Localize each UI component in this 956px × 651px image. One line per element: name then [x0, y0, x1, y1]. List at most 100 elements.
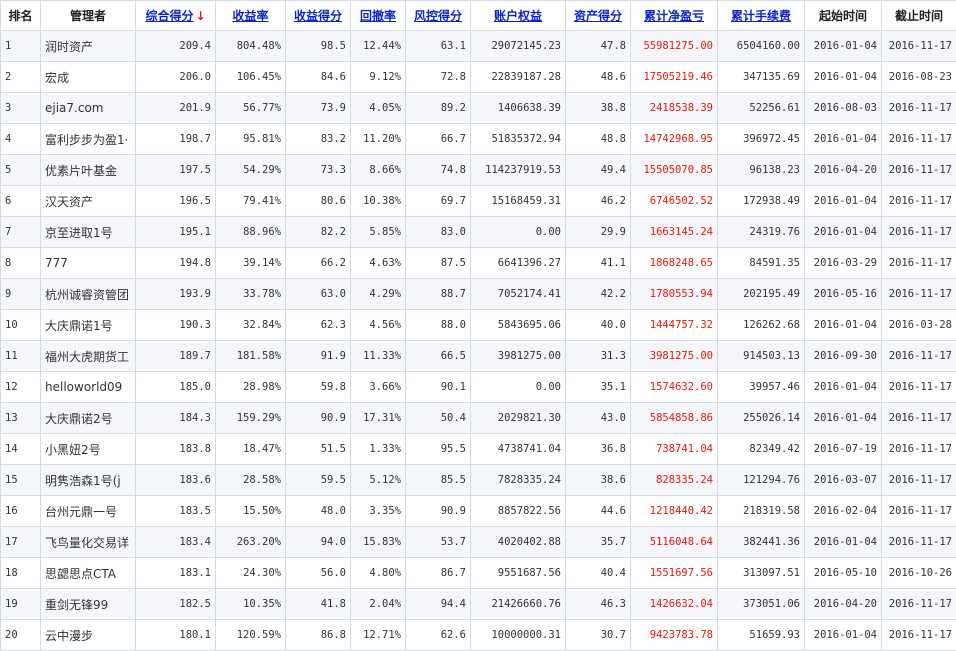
column-header-label: 截止时间: [895, 9, 943, 23]
return-rate-cell: 95.81%: [216, 124, 286, 155]
composite-score-cell: 198.7: [136, 124, 216, 155]
equity-cell: 9551687.56: [471, 558, 566, 589]
net-pnl-cell: 1868248.65: [631, 248, 718, 279]
risk-score-cell: 83.0: [406, 217, 471, 248]
rank-cell: 1: [1, 31, 41, 62]
column-header-label: 累计净盈亏: [644, 9, 704, 23]
column-header-label: 管理者: [70, 9, 106, 23]
return-rate-cell: 263.20%: [216, 527, 286, 558]
equity-cell: 5843695.06: [471, 310, 566, 341]
drawdown-cell: 4.05%: [351, 93, 406, 124]
end-date-cell: 2016-08-23: [882, 62, 956, 93]
manager-name-cell: helloworld09: [41, 372, 136, 403]
drawdown-cell: 2.04%: [351, 589, 406, 620]
return-score-cell: 41.8: [286, 589, 351, 620]
asset-score-cell: 35.1: [566, 372, 631, 403]
return-rate-cell: 159.29%: [216, 403, 286, 434]
header-net-pnl[interactable]: 累计净盈亏: [631, 1, 718, 31]
start-date-cell: 2016-01-04: [805, 620, 882, 651]
rank-cell: 9: [1, 279, 41, 310]
manager-name-cell: 777: [41, 248, 136, 279]
rank-cell: 2: [1, 62, 41, 93]
end-date-cell: 2016-11-17: [882, 589, 956, 620]
risk-score-cell: 50.4: [406, 403, 471, 434]
manager-name-cell: 思勰思点CTA: [41, 558, 136, 589]
net-pnl-cell: 17505219.46: [631, 62, 718, 93]
table-row: 19重剑无锋99182.510.35%41.82.04%94.421426660…: [1, 589, 956, 620]
start-date-cell: 2016-01-04: [805, 62, 882, 93]
header-fees[interactable]: 累计手续费: [718, 1, 805, 31]
drawdown-cell: 3.66%: [351, 372, 406, 403]
header-equity[interactable]: 账户权益: [471, 1, 566, 31]
drawdown-cell: 1.33%: [351, 434, 406, 465]
return-rate-cell: 804.48%: [216, 31, 286, 62]
risk-score-cell: 88.7: [406, 279, 471, 310]
net-pnl-cell: 15505070.85: [631, 155, 718, 186]
manager-name-cell: 汉天资产: [41, 186, 136, 217]
return-score-cell: 66.2: [286, 248, 351, 279]
end-date-cell: 2016-10-26: [882, 558, 956, 589]
return-rate-cell: 10.35%: [216, 589, 286, 620]
composite-score-cell: 183.6: [136, 465, 216, 496]
asset-score-cell: 38.6: [566, 465, 631, 496]
table-row: 11福州大虎期货工189.7181.58%91.911.33%66.539812…: [1, 341, 956, 372]
net-pnl-cell: 9423783.78: [631, 620, 718, 651]
table-row: 14小黑妞2号183.818.47%51.51.33%95.54738741.0…: [1, 434, 956, 465]
composite-score-cell: 190.3: [136, 310, 216, 341]
equity-cell: 15168459.31: [471, 186, 566, 217]
header-return-score[interactable]: 收益得分: [286, 1, 351, 31]
return-score-cell: 80.6: [286, 186, 351, 217]
rank-cell: 15: [1, 465, 41, 496]
manager-name-cell: 杭州诚睿资管团: [41, 279, 136, 310]
drawdown-cell: 4.56%: [351, 310, 406, 341]
manager-name-cell: 重剑无锋99: [41, 589, 136, 620]
equity-cell: 0.00: [471, 217, 566, 248]
end-date-cell: 2016-03-28: [882, 310, 956, 341]
equity-cell: 8857822.56: [471, 496, 566, 527]
drawdown-cell: 9.12%: [351, 62, 406, 93]
start-date-cell: 2016-01-04: [805, 403, 882, 434]
drawdown-cell: 5.12%: [351, 465, 406, 496]
start-date-cell: 2016-01-04: [805, 217, 882, 248]
end-date-cell: 2016-11-17: [882, 155, 956, 186]
composite-score-cell: 183.1: [136, 558, 216, 589]
return-rate-cell: 120.59%: [216, 620, 286, 651]
net-pnl-cell: 1218440.42: [631, 496, 718, 527]
return-rate-cell: 15.50%: [216, 496, 286, 527]
net-pnl-cell: 1574632.60: [631, 372, 718, 403]
rank-cell: 19: [1, 589, 41, 620]
net-pnl-cell: 14742968.95: [631, 124, 718, 155]
net-pnl-cell: 1551697.56: [631, 558, 718, 589]
asset-score-cell: 36.8: [566, 434, 631, 465]
header-drawdown[interactable]: 回撤率: [351, 1, 406, 31]
start-date-cell: 2016-01-04: [805, 124, 882, 155]
drawdown-cell: 10.38%: [351, 186, 406, 217]
header-return-rate[interactable]: 收益率: [216, 1, 286, 31]
return-score-cell: 82.2: [286, 217, 351, 248]
table-row: 9杭州诚睿资管团193.933.78%63.04.29%88.77052174.…: [1, 279, 956, 310]
manager-name-cell: 福州大虎期货工: [41, 341, 136, 372]
column-header-label: 收益率: [232, 9, 268, 23]
return-score-cell: 51.5: [286, 434, 351, 465]
net-pnl-cell: 738741.04: [631, 434, 718, 465]
rank-cell: 4: [1, 124, 41, 155]
fees-cell: 82349.42: [718, 434, 805, 465]
risk-score-cell: 89.2: [406, 93, 471, 124]
header-score[interactable]: 综合得分↓: [136, 1, 216, 31]
fees-cell: 52256.61: [718, 93, 805, 124]
table-row: 3ejia7.com201.956.77%73.94.05%89.2140663…: [1, 93, 956, 124]
header-asset-score[interactable]: 资产得分: [566, 1, 631, 31]
table-row: 20云中漫步180.1120.59%86.812.71%62.610000000…: [1, 620, 956, 651]
manager-name-cell: 富利步步为盈1·: [41, 124, 136, 155]
net-pnl-cell: 1780553.94: [631, 279, 718, 310]
equity-cell: 22839187.28: [471, 62, 566, 93]
header-risk-score[interactable]: 风控得分: [406, 1, 471, 31]
sort-desc-arrow-icon: ↓: [195, 9, 205, 23]
risk-score-cell: 62.6: [406, 620, 471, 651]
asset-score-cell: 42.2: [566, 279, 631, 310]
end-date-cell: 2016-11-17: [882, 279, 956, 310]
equity-cell: 4020402.88: [471, 527, 566, 558]
risk-score-cell: 87.5: [406, 248, 471, 279]
return-rate-cell: 54.29%: [216, 155, 286, 186]
return-rate-cell: 28.58%: [216, 465, 286, 496]
